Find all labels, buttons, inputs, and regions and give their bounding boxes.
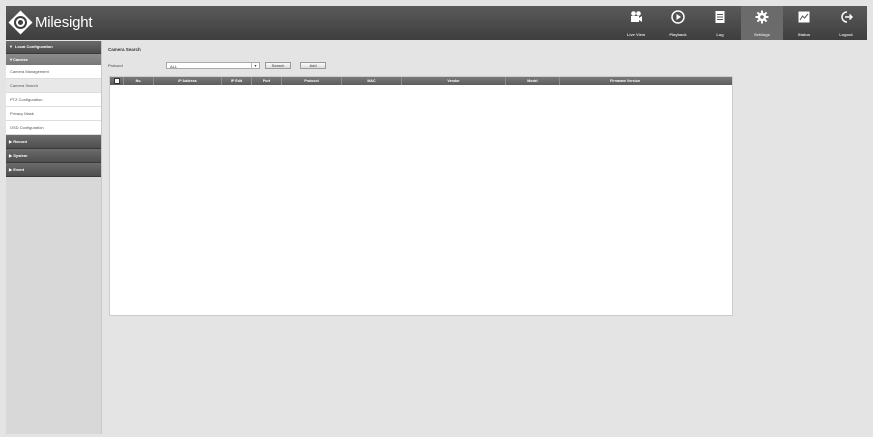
brand-logo: Milesight	[8, 10, 93, 35]
column-header-vendor: Vendor	[402, 77, 506, 85]
nav-playback[interactable]: Playback	[657, 6, 699, 40]
nav-label: Live View	[626, 32, 646, 37]
logout-icon	[841, 11, 853, 23]
sidebar-subsection-camera[interactable]: ▼Camera	[6, 54, 101, 65]
sidebar-item-camera-management[interactable]: Camera Management	[6, 65, 101, 79]
sidebar-group-label: Event	[13, 167, 25, 172]
sidebar-group-event[interactable]: ▶ Event	[6, 163, 101, 177]
search-button[interactable]: Search	[265, 62, 291, 69]
nav-label: Status	[797, 32, 811, 37]
protocol-filter-row: Protocol ALL ▾ Search Add	[108, 61, 326, 70]
nav-label: Log	[716, 32, 724, 37]
status-icon	[798, 11, 810, 23]
sidebar: ▼ Local Configuration ▼Camera Camera Mana…	[6, 41, 102, 434]
column-header-ip-address: IP Address	[154, 77, 222, 85]
nav-label: Logout	[839, 32, 853, 37]
sidebar-item-ptz-configuration[interactable]: PTZ Configuration	[6, 93, 101, 107]
sidebar-item-osd-configuration[interactable]: OSD Configuration	[6, 121, 101, 135]
nav-logout[interactable]: Logout	[825, 6, 867, 40]
sidebar-group-record[interactable]: ▶ Record	[6, 135, 101, 149]
protocol-label: Protocol	[108, 63, 123, 68]
sidebar-item-camera-search[interactable]: Camera Search	[6, 79, 101, 93]
sidebar-subsection-label: Camera	[12, 57, 28, 62]
column-header-mac: MAC	[342, 77, 402, 85]
chevron-down-icon: ▾	[251, 63, 259, 68]
column-header-ip-edit: IP Edit	[222, 77, 252, 85]
camera-search-table: No. IP Address IP Edit Port Protocol MAC…	[109, 76, 733, 316]
top-navigation-bar: Milesight Live View Playback Log Setting…	[6, 6, 867, 40]
column-header-port: Port	[252, 77, 282, 85]
protocol-select-value: ALL	[170, 64, 178, 69]
column-header-firmware-version: Firmware Version	[610, 79, 640, 83]
collapse-triangle-icon: ▼	[9, 44, 13, 49]
log-icon	[715, 11, 725, 23]
sidebar-item-privacy-mask[interactable]: Privacy Mask	[6, 107, 101, 121]
nav-label: Settings	[754, 32, 770, 37]
add-button[interactable]: Add	[300, 62, 326, 69]
column-header-model: Model	[506, 77, 560, 85]
gear-icon	[755, 10, 769, 24]
nav-live-view[interactable]: Live View	[615, 6, 657, 40]
camera-icon	[631, 11, 642, 22]
brand-name: Milesight	[35, 14, 93, 31]
milesight-logo-icon	[8, 10, 33, 35]
sidebar-section-label: Local Configuration	[14, 44, 53, 49]
main-content: Camera Search Protocol ALL ▾ Search Add …	[103, 41, 867, 434]
sidebar-group-label: Record	[13, 139, 27, 144]
play-icon	[671, 10, 685, 24]
page-title: Camera Search	[108, 47, 141, 52]
nav-log[interactable]: Log	[699, 6, 741, 40]
select-all-checkbox[interactable]	[110, 77, 124, 85]
column-header-no: No.	[124, 77, 154, 85]
protocol-select[interactable]: ALL ▾	[166, 62, 260, 69]
nav-settings[interactable]: Settings	[741, 6, 783, 40]
sidebar-group-system[interactable]: ▶ System	[6, 149, 101, 163]
column-header-protocol: Protocol	[282, 77, 342, 85]
main-nav: Live View Playback Log Settings Status L…	[615, 6, 867, 40]
sidebar-section-local-configuration[interactable]: ▼ Local Configuration	[6, 41, 101, 54]
nav-label: Playback	[669, 32, 687, 37]
table-header: No. IP Address IP Edit Port Protocol MAC…	[110, 77, 732, 85]
sidebar-group-label: System	[13, 153, 28, 158]
nav-status[interactable]: Status	[783, 6, 825, 40]
